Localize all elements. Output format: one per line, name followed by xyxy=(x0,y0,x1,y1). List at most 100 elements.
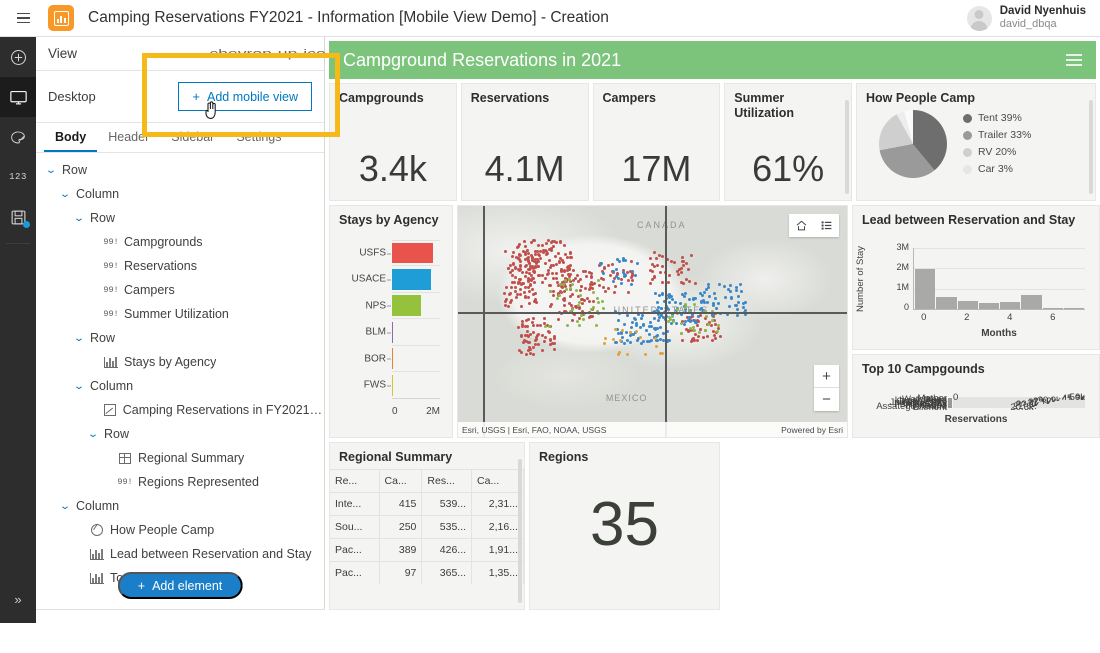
column-header[interactable]: Ca... xyxy=(379,469,422,492)
chevron-down-icon[interactable]: ⌄ xyxy=(72,213,86,224)
column-header[interactable]: Res... xyxy=(422,469,472,492)
map-card[interactable]: CANADA UNITED STATES MEXICO + − xyxy=(457,205,848,438)
tree-item[interactable]: 99!Campgrounds xyxy=(36,230,324,254)
agency-bar-row[interactable]: USACE xyxy=(392,266,440,292)
top10-category-label: Elkmont xyxy=(913,402,953,413)
save-disk-icon[interactable] xyxy=(0,197,36,237)
chevron-down-icon[interactable]: ⌄ xyxy=(86,429,100,440)
tree-item[interactable]: ⌄Row xyxy=(36,326,324,350)
tree-item[interactable]: 99!Summer Utilization xyxy=(36,302,324,326)
lead-bar[interactable] xyxy=(936,297,956,309)
tree-item[interactable]: Stays by Agency xyxy=(36,350,324,374)
app-logo-icon[interactable] xyxy=(48,5,74,31)
tree-item[interactable]: 99!Reservations xyxy=(36,254,324,278)
table-row[interactable]: Pac...389426...1,91... xyxy=(330,538,524,561)
plus-circle-icon[interactable] xyxy=(0,37,36,77)
scrollbar[interactable] xyxy=(518,459,522,603)
plus-icon: + xyxy=(192,89,200,104)
hamburger-icon[interactable] xyxy=(1066,54,1082,66)
agency-bar-row[interactable]: NPS xyxy=(392,293,440,319)
lead-bar[interactable] xyxy=(958,301,978,309)
scrollbar[interactable] xyxy=(845,100,849,194)
legend-list-icon[interactable] xyxy=(814,214,839,237)
regional-summary-table[interactable]: Re... Ca... Res... Ca... Inte...415539..… xyxy=(330,469,524,584)
desktop-view-row[interactable]: Desktop + Add mobile view xyxy=(36,71,324,123)
chart-card-lead-between-reservation-and-stay[interactable]: Lead between Reservation and Stay Number… xyxy=(852,205,1100,350)
view-section-header[interactable]: View chevron-up-icon xyxy=(36,37,324,71)
chevron-down-icon[interactable]: ⌄ xyxy=(58,501,72,512)
hamburger-icon[interactable] xyxy=(6,0,40,37)
kpi-row: Campgrounds 3.4k Reservations 4.1M Campe… xyxy=(329,83,1096,201)
agency-bar[interactable] xyxy=(392,269,431,290)
lead-bar[interactable] xyxy=(1000,302,1020,309)
agency-bar[interactable] xyxy=(392,322,393,343)
chevron-down-icon[interactable]: ⌄ xyxy=(72,333,86,344)
palette-icon[interactable] xyxy=(0,117,36,157)
zoom-out-button[interactable]: − xyxy=(814,388,839,411)
agency-bar[interactable] xyxy=(392,243,433,263)
tree-item[interactable]: ⌄Column xyxy=(36,182,324,206)
tree-item[interactable]: ⌄Column xyxy=(36,494,324,518)
kpi-card-summer-utilization[interactable]: Summer Utilization 61% xyxy=(724,83,852,201)
tree-item[interactable]: ⌄Column xyxy=(36,374,324,398)
agency-bar-row[interactable]: BLM xyxy=(392,319,440,345)
legend-swatch xyxy=(963,148,972,157)
lead-bar[interactable] xyxy=(1043,308,1063,309)
tree-item[interactable]: ⌄Row xyxy=(36,206,324,230)
chart-card-top-10-campgrounds[interactable]: Top 10 Campgounds Mather45.6kWatchman41.… xyxy=(852,354,1100,438)
column-header[interactable]: Ca... xyxy=(472,469,524,492)
user-account[interactable]: David Nyenhuis david_dbqa xyxy=(967,4,1100,32)
lead-bar[interactable] xyxy=(1064,308,1084,309)
numbers-123-icon[interactable]: 123 xyxy=(0,157,36,197)
lead-bars xyxy=(914,248,1085,309)
agency-bar-plot: USFSUSACENPSBLMBORFWS xyxy=(392,240,440,399)
table-row[interactable]: Pac...97365...1,35... xyxy=(330,561,524,584)
tab-sidebar[interactable]: Sidebar xyxy=(160,128,225,152)
lead-bar[interactable] xyxy=(979,303,999,309)
map-zoom-controls[interactable]: + − xyxy=(814,365,839,411)
monitor-icon[interactable] xyxy=(0,77,36,117)
tree-item[interactable]: 99!Campers xyxy=(36,278,324,302)
kpi-card-campgrounds[interactable]: Campgrounds 3.4k xyxy=(329,83,457,201)
table-card-regional-summary[interactable]: Regional Summary Re... Ca... Res... Ca..… xyxy=(329,442,525,610)
tree-item[interactable]: How People Camp xyxy=(36,518,324,542)
tab-header[interactable]: Header xyxy=(97,128,160,152)
tree-item-label: Reservations xyxy=(124,259,197,273)
zoom-in-button[interactable]: + xyxy=(814,365,839,388)
kpi-card-campers[interactable]: Campers 17M xyxy=(593,83,721,201)
column-header[interactable]: Re... xyxy=(330,469,379,492)
agency-bar-row[interactable]: BOR xyxy=(392,346,440,372)
lead-bar[interactable] xyxy=(915,269,935,309)
chevron-down-icon[interactable]: ⌄ xyxy=(58,189,72,200)
scrollbar[interactable] xyxy=(1089,100,1093,194)
rail-expand-button[interactable]: » xyxy=(0,585,36,613)
map-tools[interactable] xyxy=(789,214,839,237)
kpi-card-regions[interactable]: Regions 35 xyxy=(529,442,720,610)
chart-card-stays-by-agency[interactable]: Stays by Agency USFSUSACENPSBLMBORFWS 0 … xyxy=(329,205,453,438)
agency-bar-row[interactable]: USFS xyxy=(392,240,440,266)
tree-item[interactable]: 99!Regions Represented xyxy=(36,470,324,494)
table-cell: 535... xyxy=(422,515,472,538)
chart-card-how-people-camp[interactable]: How People Camp Tent 39% Trailer 33% RV … xyxy=(856,83,1096,201)
agency-bar-row[interactable]: FWS xyxy=(392,372,440,398)
tree-item[interactable]: ⌄Row xyxy=(36,158,324,182)
user-handle: david_dbqa xyxy=(1000,18,1086,32)
add-element-button[interactable]: + Add element xyxy=(118,572,243,599)
agency-bar[interactable] xyxy=(392,295,421,316)
chevron-up-icon[interactable]: chevron-up-icon xyxy=(209,48,335,60)
tab-settings[interactable]: Settings xyxy=(225,128,292,152)
tree-item[interactable]: Regional Summary xyxy=(36,446,324,470)
tab-body[interactable]: Body xyxy=(44,128,97,152)
chevron-down-icon[interactable]: ⌄ xyxy=(44,165,58,176)
tree-item[interactable]: ⌄Row xyxy=(36,422,324,446)
table-row[interactable]: Sou...250535...2,16... xyxy=(330,515,524,538)
tree-item[interactable]: Camping Reservations in FY2021- By A... xyxy=(36,398,324,422)
kpi-card-reservations[interactable]: Reservations 4.1M xyxy=(461,83,589,201)
home-icon[interactable] xyxy=(789,214,814,237)
top10-bar-row[interactable]: Elkmont20.6k xyxy=(953,407,1085,408)
lead-bar[interactable] xyxy=(1021,295,1041,309)
chevron-down-icon[interactable]: ⌄ xyxy=(72,381,86,392)
add-mobile-view-button[interactable]: + Add mobile view xyxy=(178,82,312,111)
tree-item[interactable]: Lead between Reservation and Stay xyxy=(36,542,324,566)
table-row[interactable]: Inte...415539...2,31... xyxy=(330,492,524,515)
